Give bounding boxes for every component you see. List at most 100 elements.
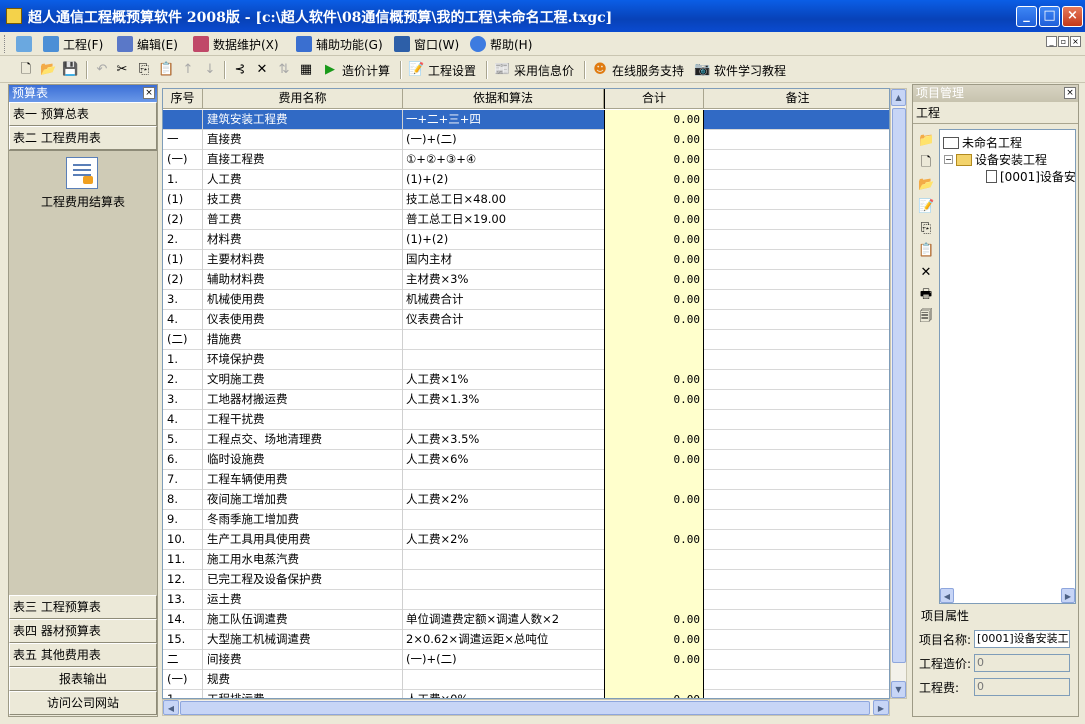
- cell-note[interactable]: [704, 410, 890, 430]
- cell-note[interactable]: [704, 130, 890, 150]
- cell-basis[interactable]: 人工费×0%: [403, 690, 603, 699]
- scroll-right-icon[interactable]: ▶: [873, 700, 889, 715]
- table-row[interactable]: 14.施工队伍调遣费单位调遣费定额×调遣人数×20.00: [163, 610, 889, 630]
- cell-seq[interactable]: 12.: [163, 570, 203, 590]
- table-row[interactable]: 15.大型施工机械调遣费2×0.62×调遣运距×总吨位0.00: [163, 630, 889, 650]
- cell-total[interactable]: 0.00: [604, 150, 704, 170]
- tree-leaf[interactable]: [0001]设备安: [986, 168, 1076, 185]
- cell-total[interactable]: 0.00: [604, 110, 704, 130]
- open-folder-icon[interactable]: 📂: [918, 177, 934, 193]
- table-row[interactable]: 二间接费(一)+(二)0.00: [163, 650, 889, 670]
- cell-seq[interactable]: 10.: [163, 530, 203, 550]
- cell-note[interactable]: [704, 610, 890, 630]
- table-row[interactable]: 7.工程车辆使用费: [163, 470, 889, 490]
- cell-name[interactable]: 技工费: [203, 190, 403, 210]
- cell-total[interactable]: [604, 410, 704, 430]
- table-row[interactable]: 3.机械使用费机械费合计0.00: [163, 290, 889, 310]
- cell-name[interactable]: 临时设施费: [203, 450, 403, 470]
- scroll-left-icon[interactable]: ◀: [163, 700, 179, 715]
- menu-window[interactable]: 窗口(W): [391, 34, 462, 54]
- cell-note[interactable]: [704, 570, 890, 590]
- copy-button[interactable]: ⎘: [136, 61, 152, 79]
- mdi-close-button[interactable]: ×: [1070, 36, 1081, 47]
- table-row[interactable]: 13.运土费: [163, 590, 889, 610]
- table-row[interactable]: 2.文明施工费人工费×1%0.00: [163, 370, 889, 390]
- maximize-button[interactable]: □: [1039, 6, 1060, 27]
- nav-table-2[interactable]: 表二 工程费用表: [9, 126, 157, 150]
- cell-note[interactable]: [704, 390, 890, 410]
- table-row[interactable]: (1)主要材料费国内主材0.00: [163, 250, 889, 270]
- properties-icon[interactable]: 📝: [918, 199, 934, 215]
- cell-basis[interactable]: 人工费×6%: [403, 450, 603, 470]
- cell-total[interactable]: 0.00: [604, 230, 704, 250]
- cell-basis[interactable]: 仪表费合计: [403, 310, 603, 330]
- mdi-restore-button[interactable]: ▫: [1058, 36, 1069, 47]
- open-button[interactable]: 📂: [40, 61, 56, 79]
- cell-name[interactable]: 施工用水电蒸汽费: [203, 550, 403, 570]
- table-row[interactable]: 3.工地器材搬运费人工费×1.3%0.00: [163, 390, 889, 410]
- cell-name[interactable]: 机械使用费: [203, 290, 403, 310]
- cell-name[interactable]: 规费: [203, 670, 403, 690]
- menu-edit[interactable]: 编辑(E): [114, 34, 181, 54]
- cell-seq[interactable]: 3.: [163, 390, 203, 410]
- cell-name[interactable]: 文明施工费: [203, 370, 403, 390]
- scroll-up-icon[interactable]: ▲: [891, 89, 906, 106]
- cell-name[interactable]: 措施费: [203, 330, 403, 350]
- hscroll-thumb[interactable]: [180, 701, 870, 715]
- table-row[interactable]: (一)规费: [163, 670, 889, 690]
- close-panel-icon[interactable]: ×: [143, 87, 155, 99]
- cell-seq[interactable]: 1.: [163, 690, 203, 699]
- cell-note[interactable]: [704, 450, 890, 470]
- cell-total[interactable]: 0.00: [604, 630, 704, 650]
- project-cost-field[interactable]: 0: [974, 654, 1070, 672]
- cell-seq[interactable]: 1.: [163, 350, 203, 370]
- menu-data-maintenance[interactable]: 数据维护(X): [190, 34, 282, 54]
- cell-seq[interactable]: 5.: [163, 430, 203, 450]
- cell-total[interactable]: 0.00: [604, 250, 704, 270]
- cell-name[interactable]: 直接费: [203, 130, 403, 150]
- table-row[interactable]: 6.临时设施费人工费×6%0.00: [163, 450, 889, 470]
- cell-basis[interactable]: 普工总工日×19.00: [403, 210, 603, 230]
- cell-seq[interactable]: 3.: [163, 290, 203, 310]
- cell-total[interactable]: 0.00: [604, 650, 704, 670]
- cell-note[interactable]: [704, 630, 890, 650]
- cell-total[interactable]: [604, 590, 704, 610]
- cell-total[interactable]: [604, 510, 704, 530]
- cell-seq[interactable]: 2.: [163, 370, 203, 390]
- table-row[interactable]: 10.生产工具用具使用费人工费×2%0.00: [163, 530, 889, 550]
- cell-basis[interactable]: 机械费合计: [403, 290, 603, 310]
- export-icon[interactable]: 🗐: [918, 309, 934, 325]
- cell-total[interactable]: 0.00: [604, 690, 704, 699]
- cell-basis[interactable]: [403, 470, 603, 490]
- cell-seq[interactable]: 6.: [163, 450, 203, 470]
- cut-button[interactable]: ✂: [114, 61, 130, 79]
- cell-seq[interactable]: 4.: [163, 310, 203, 330]
- cell-seq[interactable]: 2.: [163, 230, 203, 250]
- cell-total[interactable]: 0.00: [604, 430, 704, 450]
- cell-name[interactable]: 仪表使用费: [203, 310, 403, 330]
- cell-name[interactable]: 工程排污费: [203, 690, 403, 699]
- report-output-button[interactable]: 报表输出: [9, 667, 157, 691]
- cell-basis[interactable]: 一+二+三+四: [403, 110, 603, 130]
- table-row[interactable]: 11.施工用水电蒸汽费: [163, 550, 889, 570]
- col-seq[interactable]: 序号: [163, 89, 203, 109]
- cell-basis[interactable]: 人工费×1.3%: [403, 390, 603, 410]
- cell-note[interactable]: [704, 590, 890, 610]
- cell-note[interactable]: [704, 550, 890, 570]
- nav-table-3[interactable]: 表三 工程预算表: [9, 595, 157, 619]
- cell-note[interactable]: [704, 210, 890, 230]
- cell-total[interactable]: 0.00: [604, 270, 704, 290]
- cell-seq[interactable]: 14.: [163, 610, 203, 630]
- new-button[interactable]: 🗋: [18, 61, 34, 79]
- table-row[interactable]: (二)措施费: [163, 330, 889, 350]
- cell-seq[interactable]: 15.: [163, 630, 203, 650]
- cell-total[interactable]: [604, 550, 704, 570]
- cell-note[interactable]: [704, 430, 890, 450]
- cell-note[interactable]: [704, 670, 890, 690]
- cell-name[interactable]: 运土费: [203, 590, 403, 610]
- table-row[interactable]: 一直接费(一)+(二)0.00: [163, 130, 889, 150]
- project-fee-field[interactable]: 0: [974, 678, 1070, 696]
- cell-note[interactable]: [704, 510, 890, 530]
- cell-note[interactable]: [704, 650, 890, 670]
- tab-project[interactable]: 工程: [913, 102, 1078, 124]
